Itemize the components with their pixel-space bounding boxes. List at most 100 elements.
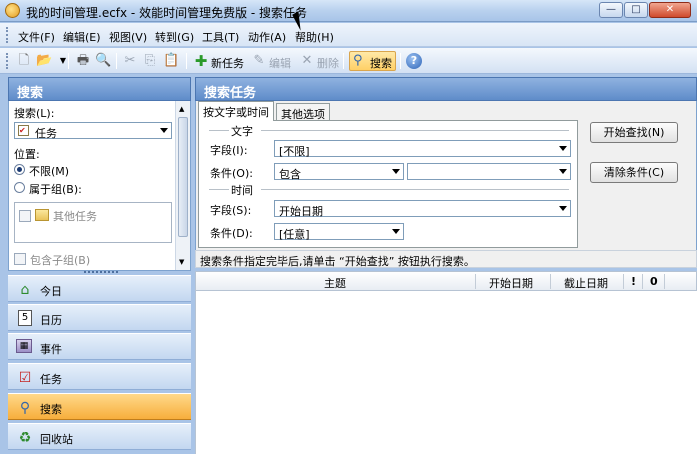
time-field-label: 字段(S): [210, 204, 252, 217]
column-priority[interactable]: ! [631, 275, 636, 288]
menu-file[interactable]: 文件(F) [18, 29, 55, 45]
print-preview-icon[interactable]: 🔍 [95, 53, 111, 69]
new-task-button[interactable]: 新任务 [211, 55, 244, 71]
close-button[interactable]: ✕ [649, 2, 691, 18]
include-subgroups-label[interactable]: 包含子组(B) [30, 252, 90, 268]
results-grid-body[interactable] [195, 291, 697, 454]
left-pane-header: 搜索 [8, 77, 191, 101]
column-attachment[interactable]: 0 [650, 275, 658, 288]
app-clock-icon[interactable] [5, 3, 20, 18]
column-start-date[interactable]: 开始日期 [489, 275, 533, 291]
clear-criteria-button[interactable]: 清除条件(C) [590, 162, 678, 183]
time-field-value: 开始日期 [279, 205, 323, 218]
search-type-select[interactable]: ✔ 任务 [14, 122, 172, 140]
task-icon: ✔ [18, 125, 29, 136]
left-pane-scrollbar[interactable]: ▲ ▼ [175, 101, 190, 270]
condition-text-input[interactable] [407, 163, 571, 180]
cut-icon[interactable]: ✂ [122, 53, 138, 69]
column-separator[interactable] [550, 274, 551, 289]
group-item-label[interactable]: 其他任务 [53, 208, 97, 224]
search-type-label: 搜索(L): [14, 107, 55, 120]
event-icon: ▦ [16, 339, 32, 353]
nav-search[interactable]: ⚲ 搜索 [8, 393, 191, 420]
calendar-day-number: 5 [21, 312, 29, 323]
column-separator[interactable] [642, 274, 643, 289]
time-condition-select[interactable]: [任意] [274, 223, 404, 241]
search-criteria-panel: 文字 字段(I): [不限] 条件(O): 包含 时间 字段(S): 开始日期 … [198, 120, 578, 248]
help-icon[interactable]: ? [406, 53, 422, 69]
right-pane-title: 搜索任务 [204, 86, 257, 101]
group-checkbox[interactable] [19, 210, 31, 222]
radio-unlimited-label[interactable]: 不限(M) [29, 163, 69, 179]
location-label: 位置: [14, 148, 40, 161]
minimize-button[interactable]: — [599, 2, 623, 18]
delete-button[interactable]: 删除 [317, 55, 339, 71]
scroll-thumb[interactable] [178, 117, 188, 237]
column-subject[interactable]: 主题 [324, 275, 346, 291]
scroll-up-icon[interactable]: ▲ [179, 105, 184, 113]
results-grid-header: 主题 开始日期 截止日期 ! 0 [195, 271, 697, 291]
new-document-icon[interactable]: 🗋 [16, 53, 32, 69]
toolbar-separator [400, 53, 401, 69]
window-title: 我的时间管理.ecfx - 效能时间管理免费版 - 搜索任务 [26, 6, 308, 20]
left-pane-title: 搜索 [17, 86, 44, 101]
section-divider [209, 130, 229, 131]
radio-in-group-label[interactable]: 属于组(B): [29, 181, 82, 197]
menu-view[interactable]: 视图(V) [109, 29, 147, 45]
radio-in-group[interactable] [14, 182, 25, 193]
group-list[interactable]: 其他任务 [14, 202, 172, 243]
field-select-value: [不限] [279, 145, 310, 158]
include-subgroups-checkbox[interactable] [14, 253, 26, 265]
toolbar-separator [343, 53, 344, 69]
task-check-icon: ☑ [18, 370, 32, 386]
right-pane-header: 搜索任务 [195, 77, 697, 101]
scroll-down-icon[interactable]: ▼ [179, 258, 184, 266]
column-separator[interactable] [475, 274, 476, 289]
menu-edit[interactable]: 编辑(E) [63, 29, 101, 45]
column-separator[interactable] [664, 274, 665, 289]
time-condition-value: [任意] [279, 228, 310, 241]
copy-icon[interactable]: ⎘ [142, 53, 158, 69]
condition-select[interactable]: 包含 [274, 163, 404, 181]
title-bar: 我的时间管理.ecfx - 效能时间管理免费版 - 搜索任务 — □ ✕ [0, 0, 697, 22]
column-due-date[interactable]: 截止日期 [564, 275, 608, 291]
nav-calendar[interactable]: 5 日历 [8, 304, 191, 331]
open-folder-icon[interactable]: 📂 [36, 53, 52, 69]
paste-icon[interactable]: 📋 [163, 53, 179, 69]
nav-tasks-label: 任务 [40, 373, 62, 386]
search-toolbar-button[interactable]: ⚲ 搜索 [349, 51, 396, 71]
condition-label: 条件(O): [210, 167, 253, 180]
chevron-down-icon [559, 169, 567, 174]
toolbar-grip[interactable] [6, 53, 9, 69]
time-field-select[interactable]: 开始日期 [274, 200, 571, 218]
menu-tools[interactable]: 工具(T) [202, 29, 239, 45]
nav-events[interactable]: ▦ 事件 [8, 333, 191, 360]
search-type-value: 任务 [35, 127, 57, 140]
column-separator[interactable] [623, 274, 624, 289]
search-options-panel: 搜索(L): ✔ 任务 位置: 不限(M) 属于组(B): 其他任务 包含子组(… [8, 101, 191, 271]
menu-goto[interactable]: 转到(G) [155, 29, 194, 45]
nav-recycle[interactable]: ♻ 回收站 [8, 423, 191, 450]
menu-actions[interactable]: 动作(A) [248, 29, 286, 45]
recycle-icon: ♻ [18, 430, 32, 446]
chevron-down-icon [559, 206, 567, 211]
delete-x-icon: ✕ [301, 53, 313, 68]
calendar-icon: 5 [18, 310, 32, 326]
radio-unlimited[interactable] [14, 164, 25, 175]
field-select[interactable]: [不限] [274, 140, 571, 158]
home-icon: ⌂ [20, 282, 30, 298]
menubar-grip[interactable] [6, 27, 9, 43]
edit-button[interactable]: 编辑 [269, 55, 291, 71]
plus-icon[interactable]: ✚ [193, 53, 209, 69]
maximize-button[interactable]: □ [624, 2, 648, 18]
tab-text-or-time[interactable]: 按文字或时间 [198, 101, 274, 121]
menu-help[interactable]: 帮助(H) [295, 29, 334, 45]
print-icon[interactable]: 🖶 [75, 53, 91, 69]
tab-other-options[interactable]: 其他选项 [276, 103, 330, 121]
splitter-grip[interactable] [84, 271, 118, 273]
toolbar-separator [186, 53, 187, 69]
nav-tasks[interactable]: ☑ 任务 [8, 363, 191, 390]
search-toolbar-label: 搜索 [370, 57, 392, 70]
nav-today[interactable]: ⌂ 今日 [8, 275, 191, 302]
start-search-button[interactable]: 开始查找(N) [590, 122, 678, 143]
